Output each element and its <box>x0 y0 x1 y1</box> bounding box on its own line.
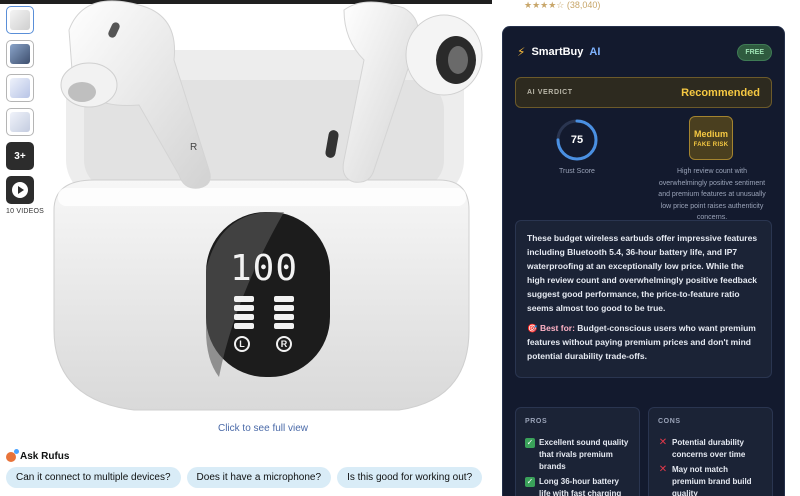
rating-strip: ★★★★☆ (38,040) <box>524 0 601 10</box>
thumbnail-strip: 3+ 10 VIDEOS <box>6 6 44 215</box>
con-item: ✕ May not match premium brand build qual… <box>658 464 763 496</box>
more-count: 3+ <box>14 150 26 162</box>
con-text: Potential durability concerns over time <box>672 438 746 459</box>
bolt-icon: ⚡ <box>517 45 526 59</box>
thumbnail-3[interactable] <box>6 74 34 102</box>
pro-item: ✓ Excellent sound quality that rivals pr… <box>525 437 630 473</box>
video-thumbnail[interactable] <box>6 176 34 204</box>
battery-icon-left <box>234 296 254 332</box>
play-icon <box>12 182 28 198</box>
videos-label: 10 VIDEOS <box>6 208 44 215</box>
rufus-icon <box>6 448 19 462</box>
trust-score-label: Trust Score <box>559 168 595 175</box>
ask-rufus-label: Ask Rufus <box>20 451 70 462</box>
best-for-label: Best for: <box>539 323 575 333</box>
free-badge: FREE <box>737 43 772 61</box>
verdict-value: Recommended <box>681 86 760 99</box>
target-icon: 🎯 <box>527 323 538 333</box>
rufus-chip[interactable]: Does it have a microphone? <box>186 467 332 488</box>
thumbnail-2[interactable] <box>6 40 34 68</box>
rufus-chip[interactable]: Is this good for working out? <box>337 467 483 488</box>
brand-name: SmartBuy <box>531 46 584 58</box>
ai-verdict: AI VERDICT Recommended <box>515 77 772 108</box>
cons-title: CONS <box>658 418 681 425</box>
best-for: 🎯 Best for: Budget-conscious users who w… <box>527 321 760 363</box>
fake-risk-label: FAKE RISK <box>693 141 729 148</box>
cons-box: CONS ✕ Potential durability concerns ove… <box>648 407 773 496</box>
brand: ⚡ SmartBuy AI <box>517 45 600 59</box>
pro-text: Excellent sound quality that rivals prem… <box>539 438 629 471</box>
battery-icon-right <box>274 296 294 332</box>
cross-icon: ✕ <box>658 464 668 475</box>
fake-risk-description: High review count with overwhelmingly po… <box>658 168 766 221</box>
product-image[interactable]: 100 L R R <box>44 0 494 420</box>
verdict-label: AI VERDICT <box>527 89 573 96</box>
pros-box: PROS ✓ Excellent sound quality that riva… <box>515 407 640 496</box>
pros-cons: PROS ✓ Excellent sound quality that riva… <box>515 407 773 496</box>
cross-icon: ✕ <box>658 437 668 448</box>
con-text: May not match premium brand build qualit… <box>672 465 752 496</box>
brand-ai: AI <box>589 46 601 58</box>
trust-score-value: 75 <box>570 134 584 146</box>
con-item: ✕ Potential durability concerns over tim… <box>658 437 763 461</box>
pro-text: Long 36-hour battery life with fast char… <box>539 477 622 496</box>
thumbnail-4[interactable] <box>6 108 34 136</box>
thumbnail-1[interactable] <box>6 6 34 34</box>
panel-header: ⚡ SmartBuy AI FREE <box>503 27 784 65</box>
pros-title: PROS <box>525 418 548 425</box>
summary-text: These budget wireless earbuds offer impr… <box>527 233 758 313</box>
check-icon: ✓ <box>525 477 535 487</box>
left-bud-mark: R <box>190 142 198 153</box>
earbuds-case-illustration <box>53 0 483 411</box>
more-images-thumbnail[interactable]: 3+ <box>6 142 34 170</box>
right-channel-icon: R <box>276 336 292 352</box>
fake-risk-level: Medium <box>693 128 728 139</box>
scores-row: 75 Trust Score Medium FAKE RISK High rev… <box>503 108 784 221</box>
ai-summary: These budget wireless earbuds offer impr… <box>515 220 772 378</box>
click-full-view-link[interactable]: Click to see full view <box>0 423 526 434</box>
smartbuy-panel: ⚡ SmartBuy AI FREE AI VERDICT Recommende… <box>502 26 785 496</box>
ask-rufus-heading: Ask Rufus <box>6 448 70 462</box>
case-display-readout: 100 <box>230 248 299 289</box>
left-channel-icon: L <box>234 336 250 352</box>
trust-score-gauge: 75 <box>555 118 599 162</box>
rufus-question-chips: Can it connect to multiple devices? Does… <box>6 467 483 488</box>
rufus-chip[interactable]: Can it connect to multiple devices? <box>6 467 181 488</box>
fake-risk-badge: Medium FAKE RISK <box>689 116 733 160</box>
pro-item: ✓ Long 36-hour battery life with fast ch… <box>525 476 630 496</box>
check-icon: ✓ <box>525 438 535 448</box>
